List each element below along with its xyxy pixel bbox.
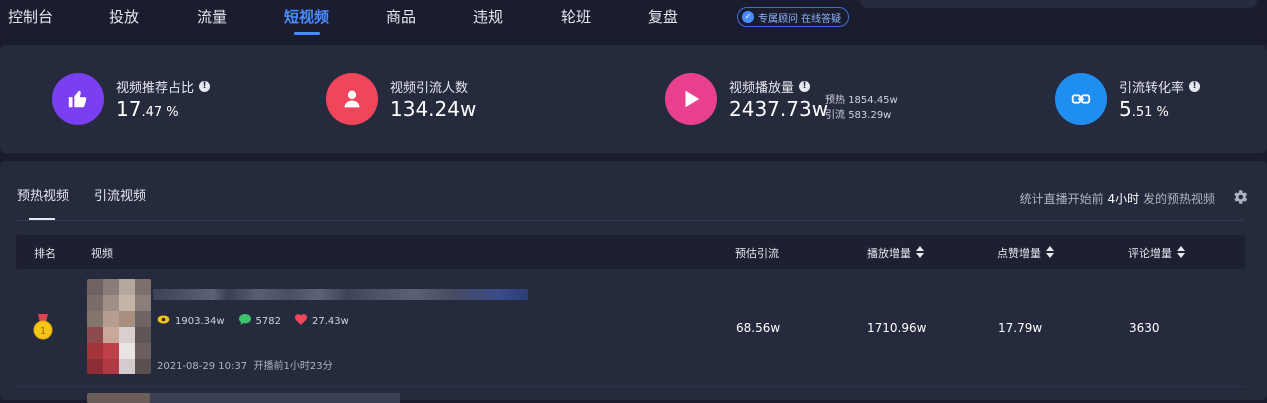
- publish-time: 2021-08-29 10:37 开播前1小时23分: [157, 361, 333, 372]
- cell-like-inc: 17.79w: [998, 321, 1043, 335]
- stat-value: 134.24w: [390, 97, 477, 121]
- video-likes: 27.43w: [311, 315, 349, 327]
- stat-traffic-users: 视频引流人数 134.24w: [326, 73, 546, 125]
- stat-video-plays: 视频播放量 ! 2437.73w 预热 1854.45w 引流 583.29w: [665, 73, 925, 125]
- play-icon: [665, 73, 717, 125]
- chat-icon: ✓: [742, 11, 754, 23]
- table-header: 排名 视频 预估引流 播放增量 点赞增量 评论增量: [16, 235, 1245, 269]
- video-panel: 预热视频 引流视频 统计直播开始前 4小时 发的预热视频 排名 视频 预估引流 …: [0, 161, 1267, 400]
- video-comments: 5782: [255, 315, 281, 327]
- col-est-traffic: 预估引流: [735, 247, 779, 260]
- stat-range-hint: 统计直播开始前 4小时 发的预热视频: [1019, 192, 1215, 206]
- nav-item-violations[interactable]: 违规: [473, 6, 503, 27]
- row-divider: [16, 386, 1245, 387]
- video-title-blurred[interactable]: [153, 289, 528, 300]
- info-icon[interactable]: !: [1189, 81, 1201, 92]
- stats-panel: 视频推荐占比 ! 17.47 % 视频引流人数 134.24w 视频播放量 ! …: [0, 45, 1267, 153]
- stat-conversion-rate: 引流转化率 ! 5.51 %: [1055, 73, 1255, 125]
- nav-item-traffic[interactable]: 流量: [197, 6, 227, 27]
- info-icon[interactable]: !: [799, 81, 811, 92]
- stat-value: 5.51 %: [1119, 97, 1169, 121]
- consultant-button[interactable]: ✓ 专属顾问 在线答疑: [737, 7, 850, 27]
- nav-item-ads[interactable]: 投放: [109, 6, 139, 27]
- top-nav: 控制台 投放 流量 短视频 商品 违规 轮班 复盘 ✓ 专属顾问 在线答疑: [0, 0, 1267, 36]
- cell-est-traffic: 68.56w: [736, 321, 781, 335]
- stat-label: 视频引流人数: [390, 81, 469, 96]
- sort-icon[interactable]: [1177, 245, 1185, 261]
- info-icon[interactable]: !: [199, 81, 211, 92]
- stat-sub-values: 预热 1854.45w 引流 583.29w: [825, 95, 898, 121]
- col-play-inc[interactable]: 播放增量: [867, 245, 924, 261]
- conversion-icon: [1055, 73, 1107, 125]
- col-video: 视频: [91, 247, 113, 260]
- col-rank: 排名: [34, 247, 56, 260]
- sort-icon[interactable]: [1046, 245, 1054, 261]
- eye-icon: [157, 315, 170, 327]
- gold-medal-icon: 1: [33, 314, 53, 344]
- consultant-label: 专属顾问 在线答疑: [758, 13, 842, 25]
- col-like-inc[interactable]: 点赞增量: [997, 245, 1054, 261]
- stat-label: 视频播放量: [729, 81, 795, 96]
- col-comment-inc[interactable]: 评论增量: [1128, 245, 1185, 261]
- video-thumbnail[interactable]: [87, 279, 151, 374]
- sort-icon[interactable]: [916, 245, 924, 261]
- stat-value: 2437.73w: [729, 97, 829, 121]
- table-row[interactable]: 1 1903.34w 5782 27.43w 2021-08-29 10:37 …: [16, 269, 1245, 387]
- next-row-thumbnail[interactable]: [87, 393, 151, 403]
- nav-item-shifts[interactable]: 轮班: [561, 6, 591, 27]
- cell-comment-inc: 3630: [1129, 321, 1160, 335]
- stat-label: 引流转化率: [1119, 81, 1185, 96]
- next-row-title-blurred[interactable]: [150, 393, 400, 403]
- video-plays: 1903.34w: [175, 315, 225, 327]
- cell-play-inc: 1710.96w: [867, 321, 927, 335]
- tab-traffic-videos[interactable]: 引流视频: [94, 185, 146, 204]
- nav-item-short-video[interactable]: 短视频: [284, 6, 329, 27]
- svg-text:1: 1: [40, 326, 46, 337]
- nav-active-underline: [294, 32, 320, 35]
- tab-divider: [16, 220, 1245, 221]
- nav-item-products[interactable]: 商品: [386, 6, 416, 27]
- stat-label: 视频推荐占比: [116, 81, 195, 96]
- tab-warmup-videos[interactable]: 预热视频: [17, 185, 69, 204]
- nav-item-review[interactable]: 复盘: [648, 6, 678, 27]
- stat-value: 17.47 %: [116, 97, 179, 121]
- video-metrics: 1903.34w 5782 27.43w: [157, 314, 349, 328]
- gear-icon[interactable]: [1231, 188, 1249, 210]
- stat-recommend-ratio: 视频推荐占比 ! 17.47 %: [52, 73, 272, 125]
- thumbs-up-icon: [52, 73, 104, 125]
- nav-item-console[interactable]: 控制台: [8, 6, 53, 27]
- comment-icon: [238, 314, 251, 328]
- top-bar-decoration: [860, 0, 1257, 8]
- user-icon: [326, 73, 378, 125]
- heart-icon: [294, 314, 308, 328]
